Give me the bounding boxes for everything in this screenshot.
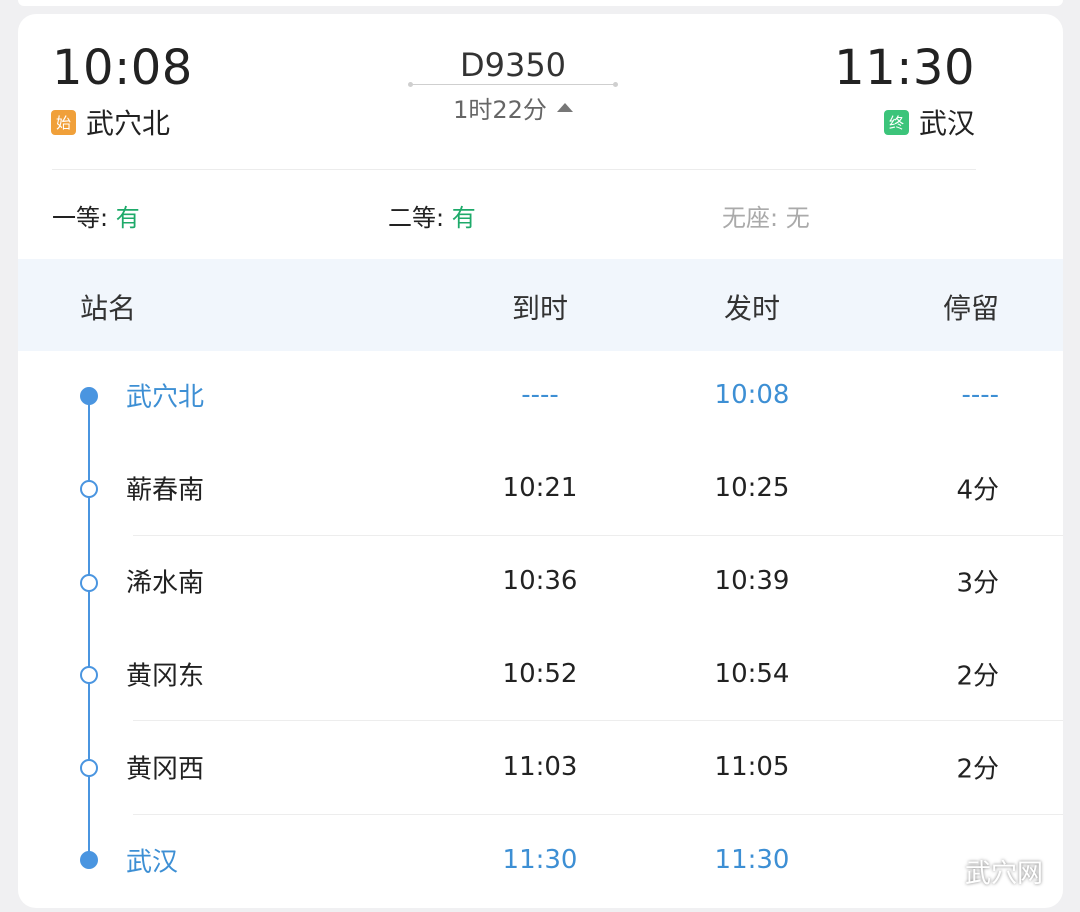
stop-depart: 10:08	[714, 380, 790, 410]
stop-name: 黄冈西	[126, 754, 205, 785]
caret-up-icon	[556, 103, 573, 112]
chat-bubble-icon	[923, 859, 958, 883]
watermark-text: 武穴网	[964, 859, 1043, 889]
timeline-dot-filled	[80, 387, 98, 405]
train-route-line	[408, 82, 618, 87]
column-header-arrive: 到时	[511, 292, 568, 325]
stop-arrive: 10:21	[502, 473, 578, 503]
stop-depart: 10:39	[714, 566, 790, 596]
stop-stay: 3分	[956, 568, 999, 599]
header-divider	[52, 169, 976, 170]
seat-status: 有	[451, 204, 476, 232]
arrival-time: 11:30	[834, 40, 975, 96]
stop-name: 蕲春南	[126, 475, 205, 506]
stop-name: 武穴北	[126, 382, 205, 413]
stop-stay: ----	[961, 380, 999, 410]
seat-first-class: 一等: 有	[52, 198, 140, 233]
timeline-dot	[80, 666, 98, 684]
duration-text: 1时22分	[453, 96, 547, 124]
stop-depart: 10:25	[714, 473, 790, 503]
column-header-stay: 停留	[942, 292, 999, 325]
stop-depart: 10:54	[714, 659, 790, 689]
stop-arrive: 11:30	[502, 845, 578, 875]
stop-row: 武汉 11:30 11:30	[18, 814, 1063, 906]
stop-row: 浠水南 10:36 10:39 3分	[18, 535, 1063, 627]
stop-arrive: ----	[521, 380, 559, 410]
stop-depart: 11:05	[714, 752, 790, 782]
seat-no-seat: 无座: 无	[722, 198, 810, 233]
duration-toggle[interactable]: 1时22分	[408, 90, 618, 125]
end-tag: 终	[883, 109, 909, 135]
stop-name: 黄冈东	[126, 661, 205, 692]
stop-stay: 4分	[956, 475, 999, 506]
stop-row: 黄冈西 11:03 11:05 2分	[18, 721, 1063, 813]
timeline-dot	[80, 574, 98, 592]
seat-label: 一等:	[52, 204, 116, 232]
start-tag: 始	[51, 109, 76, 135]
previous-card-edge	[18, 0, 1063, 6]
stop-row: 黄冈东 10:52 10:54 2分	[18, 628, 1063, 720]
timeline-dot	[80, 759, 98, 777]
stop-stay: 2分	[956, 754, 999, 785]
train-number: D9350	[459, 46, 567, 84]
column-header-depart: 发时	[723, 292, 780, 325]
stop-row: 武穴北 ---- 10:08 ----	[18, 349, 1063, 441]
arrival-station-row: 终 武汉	[883, 102, 975, 142]
seat-label: 二等:	[388, 204, 452, 232]
seat-second-class: 二等: 有	[388, 198, 476, 233]
stop-depart: 11:30	[714, 845, 790, 875]
departure-station-row: 始 武穴北	[51, 102, 170, 142]
stop-arrive: 10:36	[502, 566, 578, 596]
seat-status: 无	[785, 204, 810, 232]
watermark: 武穴网	[923, 853, 1043, 890]
stops-table-header: 站名 到时 发时 停留	[18, 259, 1063, 351]
column-header-station: 站名	[80, 292, 137, 325]
stop-stay: 2分	[956, 661, 999, 692]
stop-row: 蕲春南 10:21 10:25 4分	[18, 442, 1063, 534]
stop-arrive: 10:52	[502, 659, 578, 689]
departure-station: 武穴北	[86, 107, 171, 140]
stop-name: 武汉	[126, 847, 179, 878]
arrival-station: 武汉	[918, 107, 975, 140]
timeline-dot	[80, 480, 98, 498]
stop-arrive: 11:03	[502, 752, 578, 782]
timeline-dot-filled	[80, 851, 98, 869]
train-detail-card: 10:08 始 武穴北 D9350 1时22分 11:30 终 武汉 一等: 有…	[18, 14, 1063, 908]
seat-label: 无座:	[722, 204, 786, 232]
stop-name: 浠水南	[126, 568, 205, 599]
seat-status: 有	[115, 204, 140, 232]
departure-time: 10:08	[52, 40, 193, 96]
